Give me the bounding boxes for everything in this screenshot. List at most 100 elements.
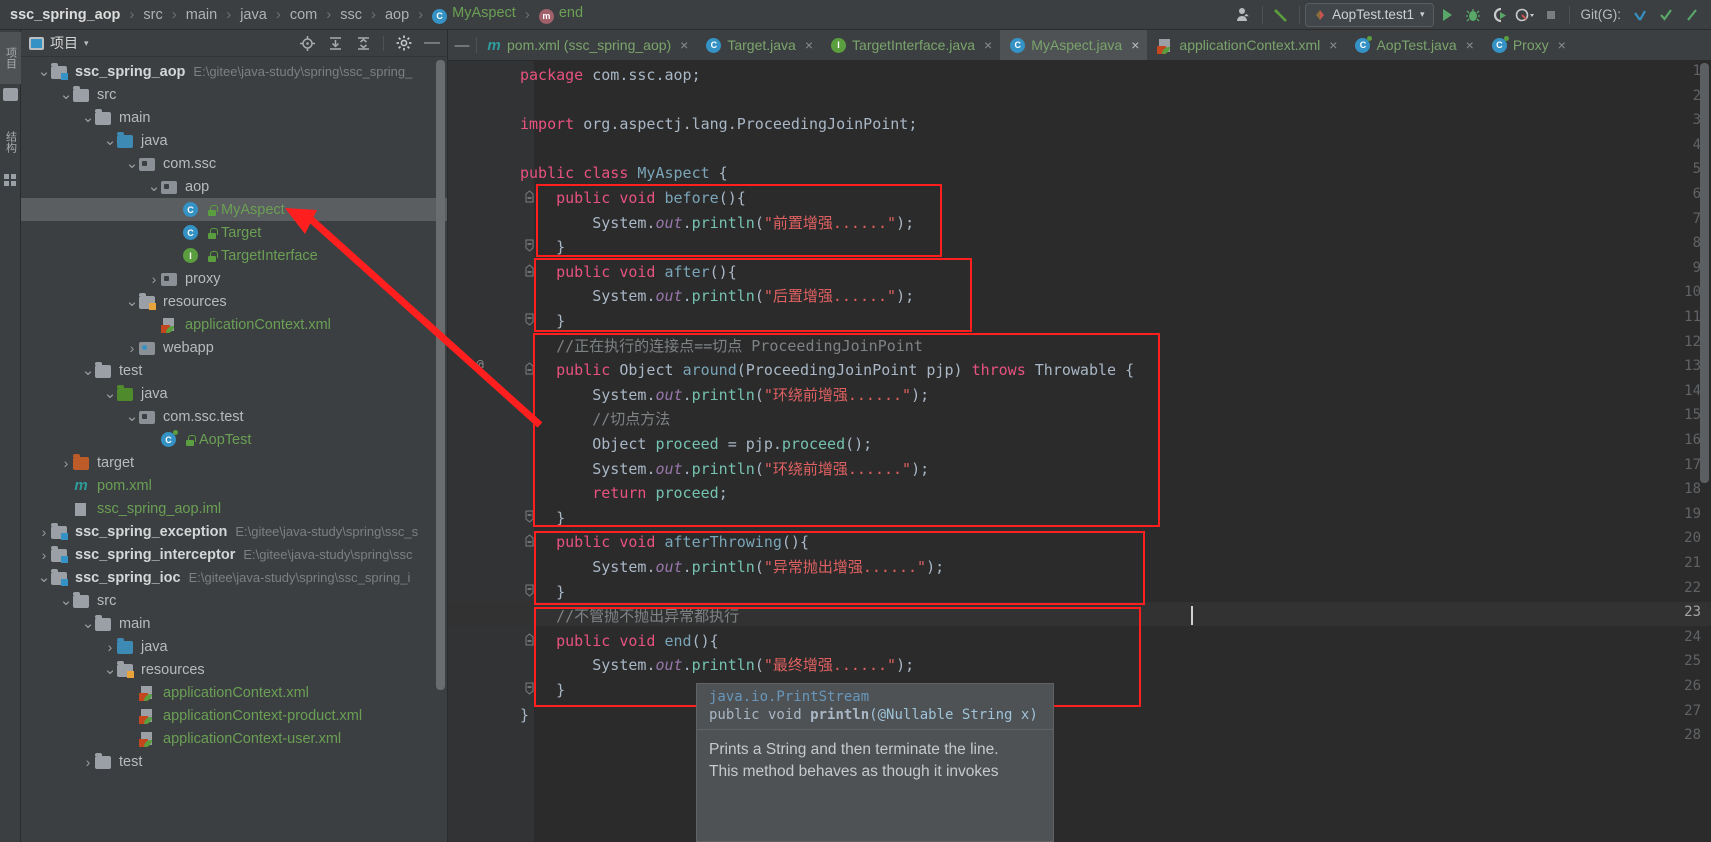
tree-node-proxy[interactable]: › proxy	[21, 267, 447, 290]
breadcrumb-item-myaspect[interactable]: C MyAspect	[430, 5, 518, 24]
tree-node-webapp[interactable]: › webapp	[21, 336, 447, 359]
tree-node-myaspect[interactable]: C MyAspect	[21, 198, 447, 221]
code-line[interactable]: System.out.println("异常抛出增强......");	[520, 555, 944, 579]
close-icon[interactable]: ×	[680, 37, 688, 53]
tree-expand-arrow[interactable]: ⌄	[81, 363, 95, 378]
breadcrumb-item-end[interactable]: m end	[537, 5, 585, 24]
tree-node-target[interactable]: › target	[21, 451, 447, 474]
tree-expand-arrow[interactable]: ⌄	[59, 593, 73, 608]
code-line[interactable]: public Object around(ProceedingJoinPoint…	[520, 358, 1134, 382]
tree-node-src[interactable]: ⌄ src	[21, 589, 447, 612]
tree-node-ssc-spring-interceptor[interactable]: › ssc_spring_interceptor E:\gitee\java-stu…	[21, 543, 447, 566]
breadcrumb-item-main[interactable]: main	[184, 7, 219, 23]
collapse-all-icon[interactable]	[352, 33, 374, 53]
hide-tabs-icon[interactable]: —	[448, 30, 476, 60]
tree-expand-arrow[interactable]: ›	[59, 456, 73, 470]
tree-expand-arrow[interactable]: ⌄	[125, 409, 139, 424]
profiler-icon[interactable]	[1512, 3, 1538, 27]
code-line[interactable]: System.out.println("后置增强......");	[520, 284, 914, 308]
tree-node-com-ssc-test[interactable]: ⌄ com.ssc.test	[21, 405, 447, 428]
close-icon[interactable]: ×	[1466, 37, 1474, 53]
tree-node-src[interactable]: ⌄ src	[21, 83, 447, 106]
tree-node-applicationcontext-xml[interactable]: applicationContext.xml	[21, 681, 447, 704]
code-line[interactable]: public class MyAspect {	[520, 161, 728, 185]
tree-expand-arrow[interactable]: ⌄	[125, 294, 139, 309]
code-editor[interactable]: 1 package com.ssc.aop; 2 3 import org.aspect…	[448, 61, 1711, 842]
tree-node-applicationcontext-user-xml[interactable]: applicationContext-user.xml	[21, 727, 447, 750]
code-line[interactable]: System.out.println("前置增强......");	[520, 211, 914, 235]
code-line[interactable]: public void end(){	[520, 629, 719, 653]
breadcrumb-item-project[interactable]: ssc_spring_aop	[8, 7, 122, 23]
editor-scrollbar[interactable]	[1700, 63, 1709, 483]
tree-node-resources[interactable]: ⌄ resources	[21, 658, 447, 681]
tree-expand-arrow[interactable]: ⌄	[81, 110, 95, 125]
tree-expand-arrow[interactable]: ⌄	[81, 616, 95, 631]
code-line[interactable]: return proceed;	[520, 481, 727, 505]
tree-node-ssc-spring-exception[interactable]: › ssc_spring_exception E:\gitee\java-study…	[21, 520, 447, 543]
git-update-icon[interactable]	[1627, 3, 1653, 27]
tree-node-applicationcontext-product-xml[interactable]: applicationContext-product.xml	[21, 704, 447, 727]
git-commit-checkmark-icon[interactable]	[1653, 3, 1679, 27]
tree-node-main[interactable]: ⌄ main	[21, 612, 447, 635]
code-line[interactable]: System.out.println("环绕前增强......");	[520, 383, 929, 407]
code-line[interactable]: }	[520, 678, 565, 702]
tree-node-java[interactable]: ⌄ java	[21, 129, 447, 152]
close-icon[interactable]: ×	[984, 37, 992, 53]
expand-all-icon[interactable]	[324, 33, 346, 53]
project-panel-scrollbar[interactable]	[436, 60, 445, 690]
code-line[interactable]: //正在执行的连接点==切点 ProceedingJoinPoint	[520, 334, 923, 358]
editor-tab-targetinterface-java[interactable]: I TargetInterface.java ×	[821, 30, 1000, 60]
tree-expand-arrow[interactable]: ›	[37, 525, 51, 539]
chevron-down-icon[interactable]: ▾	[84, 38, 89, 49]
run-with-coverage-icon[interactable]	[1486, 3, 1512, 27]
code-line[interactable]: }	[520, 580, 565, 604]
close-icon[interactable]: ×	[1558, 37, 1566, 53]
code-line[interactable]: //切点方法	[520, 407, 670, 431]
stop-icon[interactable]	[1538, 3, 1564, 27]
tree-node-applicationcontext-xml[interactable]: applicationContext.xml	[21, 313, 447, 336]
code-line[interactable]: //不管抛不抛出异常都执行	[520, 604, 739, 628]
breadcrumb-item-com[interactable]: com	[288, 7, 319, 23]
code-line[interactable]: public void after(){	[520, 260, 737, 284]
close-icon[interactable]: ×	[805, 37, 813, 53]
tree-node-targetinterface[interactable]: I TargetInterface	[21, 244, 447, 267]
tree-node-resources[interactable]: ⌄ resources	[21, 290, 447, 313]
tree-node-java[interactable]: › java	[21, 635, 447, 658]
tree-expand-arrow[interactable]: ⌄	[103, 133, 117, 148]
editor-tab-pom-xml-ssc-spring-aop-[interactable]: m pom.xml (ssc_spring_aop) ×	[477, 30, 696, 60]
breadcrumb-item-java[interactable]: java	[238, 7, 269, 23]
code-line[interactable]: }	[520, 506, 565, 530]
tree-node-aop[interactable]: ⌄ aop	[21, 175, 447, 198]
breadcrumb-item-ssc[interactable]: ssc	[338, 7, 364, 23]
editor-tab-aoptest-java[interactable]: C AopTest.java ×	[1345, 30, 1481, 60]
code-line[interactable]: import org.aspectj.lang.ProceedingJoinPo…	[520, 112, 917, 136]
tool-window-structure[interactable]: 结构	[0, 116, 21, 168]
project-tree[interactable]: ⌄ ssc_spring_aop E:\gitee\java-study\sprin…	[21, 57, 447, 842]
code-line[interactable]: }	[520, 703, 529, 727]
gutter-annotation-icon[interactable]: @	[476, 358, 484, 373]
tree-expand-arrow[interactable]: ›	[81, 755, 95, 769]
tree-expand-arrow[interactable]: ›	[37, 548, 51, 562]
tree-node-main[interactable]: ⌄ main	[21, 106, 447, 129]
tree-expand-arrow[interactable]: ›	[147, 272, 161, 286]
user-account-icon[interactable]	[1231, 3, 1257, 27]
build-hammer-icon[interactable]	[1268, 3, 1294, 27]
code-line[interactable]: System.out.println("环绕前增强......");	[520, 457, 929, 481]
editor-gutter[interactable]	[448, 61, 514, 842]
close-icon[interactable]: ×	[1131, 37, 1139, 53]
tree-node-test[interactable]: ⌄ test	[21, 359, 447, 382]
tree-node-java[interactable]: ⌄ java	[21, 382, 447, 405]
code-line[interactable]: }	[520, 309, 565, 333]
editor-tab-target-java[interactable]: C Target.java ×	[696, 30, 821, 60]
tree-expand-arrow[interactable]: ⌄	[37, 64, 51, 79]
code-line[interactable]: System.out.println("最终增强......");	[520, 653, 914, 677]
tree-node-ssc-spring-ioc[interactable]: ⌄ ssc_spring_ioc E:\gitee\java-study\sprin…	[21, 566, 447, 589]
tree-node-ssc-spring-aop[interactable]: ⌄ ssc_spring_aop E:\gitee\java-study\sprin…	[21, 60, 447, 83]
code-line[interactable]: public void before(){	[520, 186, 746, 210]
locate-icon[interactable]	[296, 33, 318, 53]
tree-node-ssc-spring-aop-iml[interactable]: ssc_spring_aop.iml	[21, 497, 447, 520]
run-play-icon[interactable]	[1434, 3, 1460, 27]
code-line[interactable]: }	[520, 235, 565, 259]
tree-expand-arrow[interactable]: ⌄	[147, 179, 161, 194]
close-icon[interactable]: ×	[1329, 37, 1337, 53]
